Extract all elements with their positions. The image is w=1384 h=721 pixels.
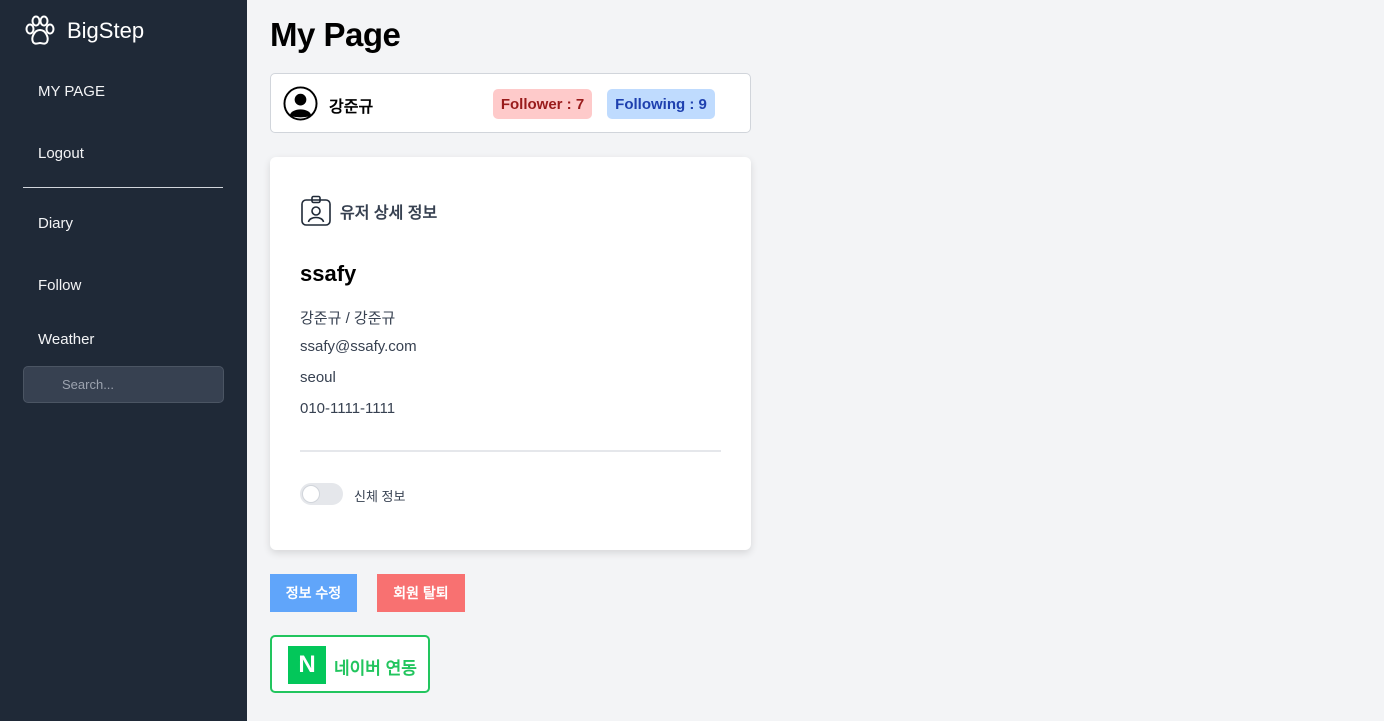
username: ssafy [300,261,357,286]
search-input[interactable] [24,367,223,402]
page-title: My Page [270,16,401,53]
edit-info-button[interactable]: 정보 수정 [270,574,357,612]
sidebar-item-diary[interactable]: Diary [38,215,73,232]
follower-count-badge[interactable]: Follower : 7 [493,89,592,119]
following-count-badge[interactable]: Following : 9 [607,89,715,119]
brand-name: BigStep [67,18,145,43]
user-phone: 010-1111-1111 [300,400,396,417]
brand[interactable]: BigStep [23,14,144,48]
user-email: ssafy@ssafy.com [300,338,417,355]
toggle-knob [302,485,320,503]
naver-link-button[interactable]: N 네이버 연동 [270,635,430,693]
card-title: 유저 상세 정보 [340,205,438,222]
card-header: 유저 상세 정보 [300,195,437,227]
body-info-toggle[interactable] [300,483,343,505]
user-detail-card: 유저 상세 정보 ssafy 강준규 / 강준규 ssafy@ssafy.com… [270,157,751,550]
user-city: seoul [300,369,336,386]
sidebar-item-follow[interactable]: Follow [38,277,81,294]
sidebar: BigStep MY PAGE Logout Diary Follow Weat… [0,0,247,721]
naver-link-label: 네이버 연동 [334,659,417,678]
withdraw-button[interactable]: 회원 탈퇴 [377,574,465,612]
search-box [23,366,224,403]
user-avatar-icon [283,86,318,121]
card-divider [300,450,721,452]
user-names: 강준규 / 강준규 [300,310,396,327]
sidebar-divider [23,187,223,188]
sidebar-item-logout[interactable]: Logout [38,145,84,162]
naver-logo-icon: N [288,646,326,684]
body-info-label: 신체 정보 [354,489,406,504]
id-badge-icon [301,195,331,226]
paw-icon [25,15,55,45]
profile-name: 강준규 [329,99,374,116]
profile-summary: 강준규 Follower : 7 Following : 9 [270,73,751,133]
sidebar-item-weather[interactable]: Weather [38,331,94,348]
sidebar-item-mypage[interactable]: MY PAGE [38,83,105,100]
